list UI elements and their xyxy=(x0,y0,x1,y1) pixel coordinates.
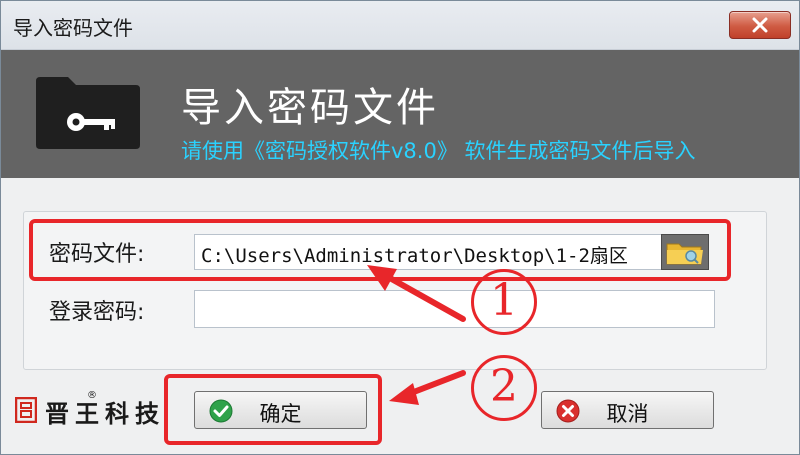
brand-name: 晋王科技 xyxy=(45,399,165,428)
import-password-dialog: 导入密码文件 导入密码文件 请使用《密码授权软件v8.0》 软件生成密码文件后导… xyxy=(0,0,800,455)
annotation-arrows xyxy=(367,265,466,405)
cancel-label: 取消 xyxy=(606,402,649,426)
registered-mark: ® xyxy=(87,390,97,401)
arrow-2 xyxy=(389,370,466,405)
brand-mark-icon xyxy=(15,397,37,423)
confirm-label: 确定 xyxy=(259,402,302,426)
arrow-1 xyxy=(367,265,466,322)
confirm-button[interactable]: 确定 xyxy=(194,391,367,429)
cancel-button[interactable]: 取消 xyxy=(541,391,714,429)
